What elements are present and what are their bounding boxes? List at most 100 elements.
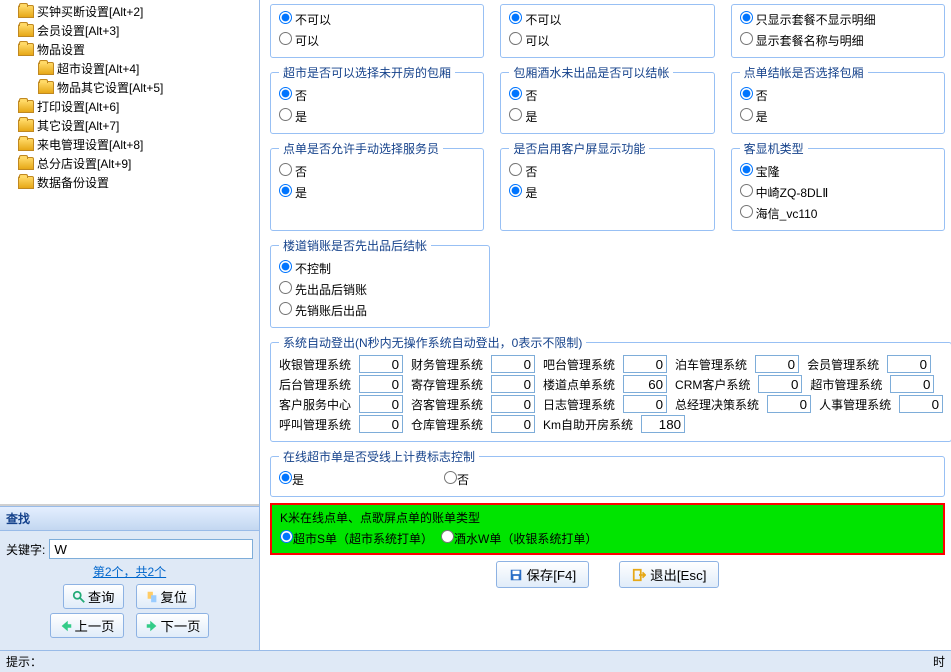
tree-item[interactable]: 数据备份设置 — [18, 173, 259, 192]
logout-label: 咨客管理系统 — [411, 396, 483, 413]
query-button[interactable]: 查询 — [63, 584, 124, 609]
tree-item[interactable]: 总分店设置[Alt+9] — [18, 154, 259, 173]
logout-label: 日志管理系统 — [543, 396, 615, 413]
radio-option[interactable]: 可以 — [279, 32, 319, 49]
tree-item[interactable]: 会员设置[Alt+3] — [18, 21, 259, 40]
logout-input[interactable] — [491, 395, 535, 413]
radio-option[interactable]: 先销账后出品 — [279, 302, 367, 319]
logout-label: 泊车管理系统 — [675, 356, 747, 373]
tree-item[interactable]: 物品其它设置[Alt+5] — [18, 78, 259, 97]
prev-page-button[interactable]: 上一页 — [50, 613, 124, 638]
tree-item[interactable]: 来电管理设置[Alt+8] — [18, 135, 259, 154]
logout-label: 寄存管理系统 — [411, 376, 483, 393]
radio-option[interactable]: 否 — [444, 471, 469, 488]
tree-item[interactable]: 物品设置 — [18, 40, 259, 59]
folder-icon — [38, 62, 54, 75]
folder-icon — [18, 5, 34, 18]
logout-input[interactable] — [491, 355, 535, 373]
arrow-left-icon — [59, 619, 73, 633]
radio-option[interactable]: 中崎ZQ-8DLⅡ — [740, 184, 829, 201]
logout-input[interactable] — [359, 415, 403, 433]
save-button[interactable]: 保存[F4] — [496, 561, 590, 588]
logout-label: 财务管理系统 — [411, 356, 483, 373]
settings-tree: 买钟买断设置[Alt+2]会员设置[Alt+3]物品设置超市设置[Alt+4]物… — [0, 0, 259, 504]
radio-option[interactable]: 不可以 — [279, 11, 331, 28]
radio-option[interactable]: 是 — [279, 108, 307, 125]
exit-button[interactable]: 退出[Esc] — [619, 561, 719, 588]
logout-input[interactable] — [641, 415, 685, 433]
tree-item-label: 总分店设置[Alt+9] — [37, 155, 131, 172]
reset-button[interactable]: 复位 — [136, 584, 197, 609]
radio-option[interactable]: 显示套餐名称与明细 — [740, 32, 864, 49]
tree-item-label: 来电管理设置[Alt+8] — [37, 136, 143, 153]
folder-icon — [18, 176, 34, 189]
folder-icon — [38, 81, 54, 94]
folder-icon — [18, 157, 34, 170]
search-icon — [72, 590, 86, 604]
logout-label: 吧台管理系统 — [543, 356, 615, 373]
logout-input[interactable] — [359, 395, 403, 413]
logout-input[interactable] — [758, 375, 802, 393]
tree-item[interactable]: 买钟买断设置[Alt+2] — [18, 2, 259, 21]
radio-option[interactable]: 否 — [279, 163, 307, 180]
radio-option[interactable]: 海信_vc110 — [740, 205, 818, 222]
logout-input[interactable] — [359, 375, 403, 393]
radio-option[interactable]: 超市S单（超市系统打单） — [280, 530, 433, 547]
tree-item-label: 物品设置 — [37, 41, 85, 58]
logout-input[interactable] — [491, 415, 535, 433]
radio-option[interactable]: 是 — [740, 108, 768, 125]
tree-item[interactable]: 打印设置[Alt+6] — [18, 97, 259, 116]
radio-option[interactable]: 不控制 — [279, 260, 331, 277]
left-panel: 买钟买断设置[Alt+2]会员设置[Alt+3]物品设置超市设置[Alt+4]物… — [0, 0, 260, 650]
group-checkout-unserved: 包厢酒水未出品是否可以结帐 否 是 — [500, 64, 714, 134]
radio-option[interactable]: 宝隆 — [740, 163, 780, 180]
logout-label: 超市管理系统 — [810, 376, 882, 393]
logout-grid: 收银管理系统财务管理系统吧台管理系统泊车管理系统会员管理系统后台管理系统寄存管理… — [279, 355, 943, 433]
logout-input[interactable] — [755, 355, 799, 373]
radio-option[interactable]: 否 — [509, 87, 537, 104]
radio-option[interactable]: 是 — [509, 184, 537, 201]
tree-item-label: 超市设置[Alt+4] — [57, 60, 139, 77]
radio-option[interactable]: 否 — [740, 87, 768, 104]
radio-option[interactable]: 先出品后销账 — [279, 281, 367, 298]
logout-input[interactable] — [887, 355, 931, 373]
logout-input[interactable] — [623, 395, 667, 413]
tree-item[interactable]: 超市设置[Alt+4] — [18, 59, 259, 78]
logout-input[interactable] — [359, 355, 403, 373]
radio-option[interactable]: 只显示套餐不显示明细 — [740, 11, 876, 28]
radio-option[interactable]: 可以 — [509, 32, 549, 49]
search-panel: 查找 关键字: 第2个，共2个 查询 复位 上一页 下一页 — [0, 506, 259, 650]
folder-icon — [18, 24, 34, 37]
logout-label: 人事管理系统 — [819, 396, 891, 413]
logout-input[interactable] — [623, 355, 667, 373]
keyword-input[interactable] — [49, 539, 253, 559]
logout-label: 总经理决策系统 — [675, 396, 759, 413]
search-title: 查找 — [0, 507, 259, 531]
status-bar: 提示： 时 — [0, 650, 951, 672]
logout-label: 呼叫管理系统 — [279, 416, 351, 433]
tree-item-label: 打印设置[Alt+6] — [37, 98, 119, 115]
status-left: 提示： — [6, 653, 42, 670]
group-bill-type-highlighted: K米在线点单、点歌屏点单的账单类型 超市S单（超市系统打单） 酒水W单（收银系统… — [270, 503, 945, 555]
logout-input[interactable] — [491, 375, 535, 393]
logout-input[interactable] — [899, 395, 943, 413]
keyword-label: 关键字: — [6, 541, 45, 558]
logout-label: 收银管理系统 — [279, 356, 351, 373]
group-order-select-room: 点单结帐是否选择包厢 否 是 — [731, 64, 945, 134]
radio-option[interactable]: 是 — [279, 471, 304, 488]
radio-option[interactable]: 不可以 — [509, 11, 561, 28]
logout-label: 后台管理系统 — [279, 376, 351, 393]
next-page-button[interactable]: 下一页 — [136, 613, 210, 638]
radio-option[interactable]: 否 — [509, 163, 537, 180]
logout-input[interactable] — [623, 375, 667, 393]
logout-input[interactable] — [890, 375, 934, 393]
radio-option[interactable]: 是 — [509, 108, 537, 125]
search-result-info[interactable]: 第2个，共2个 — [93, 565, 166, 579]
tree-item[interactable]: 其它设置[Alt+7] — [18, 116, 259, 135]
radio-option[interactable]: 酒水W单（收银系统打单） — [441, 530, 597, 547]
radio-option[interactable]: 是 — [279, 184, 307, 201]
radio-option[interactable]: 否 — [279, 87, 307, 104]
folder-icon — [18, 43, 34, 56]
logout-input[interactable] — [767, 395, 811, 413]
group-1b: 不可以 可以 — [500, 4, 714, 58]
